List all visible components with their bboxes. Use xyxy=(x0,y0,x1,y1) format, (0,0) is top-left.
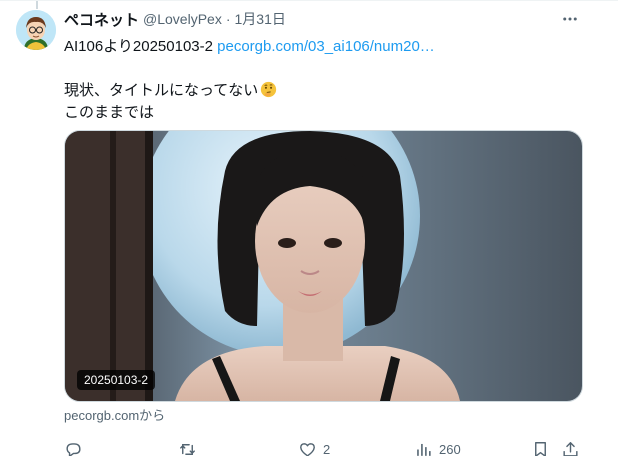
views-count: 260 xyxy=(439,441,461,456)
author-handle[interactable]: @LovelyPex xyxy=(143,11,222,27)
thread-connector-line xyxy=(36,1,38,9)
retweet-button[interactable] xyxy=(178,436,203,456)
tweet-text-line-3: このままでは xyxy=(64,104,155,121)
header-separator: · xyxy=(225,11,231,27)
tweet-date[interactable]: 1月31日 xyxy=(235,9,286,29)
like-button[interactable]: 2 xyxy=(298,436,330,456)
media-alt-badge[interactable]: 20250103-2 xyxy=(77,370,156,390)
tweet-text: AI106より20250103-2 pecorgb.com/03_ai106/n… xyxy=(64,36,584,124)
tweet-text-line-2: 現状、タイトルになってない xyxy=(64,80,584,102)
card-source-link[interactable]: pecorgb.comから xyxy=(64,405,165,424)
thinking-face-emoji-icon xyxy=(261,81,277,98)
reply-icon xyxy=(66,442,81,456)
heart-icon xyxy=(300,442,315,456)
reply-button[interactable] xyxy=(64,436,89,456)
tweet-actions-bar: 2 260 xyxy=(64,436,584,456)
author-display-name[interactable]: ペコネット xyxy=(64,9,139,30)
more-horizontal-icon xyxy=(563,17,577,21)
views-button[interactable]: 260 xyxy=(414,436,461,456)
tweet-card[interactable]: ペコネット @LovelyPex · 1月31日 AI106より20250103… xyxy=(0,0,618,456)
retweet-icon xyxy=(180,443,195,455)
tweet-link[interactable]: pecorgb.com/03_ai106/num20… xyxy=(217,38,435,55)
tweet-header: ペコネット @LovelyPex · 1月31日 xyxy=(64,9,584,29)
avatar[interactable] xyxy=(16,10,56,50)
tweet-content: ペコネット @LovelyPex · 1月31日 AI106より20250103… xyxy=(64,9,584,456)
tweet-text-prefix: AI106より20250103-2 xyxy=(64,38,218,55)
analytics-icon xyxy=(417,443,431,456)
more-options-button[interactable] xyxy=(556,9,584,29)
tweet-text-blank-line xyxy=(64,58,584,80)
share-icon xyxy=(563,441,578,456)
bookmark-button[interactable] xyxy=(531,436,550,456)
tweet-text-line-1: AI106より20250103-2 pecorgb.com/03_ai106/n… xyxy=(64,36,584,58)
tweet-text-line-2-text: 現状、タイトルになってない xyxy=(64,82,259,99)
tweet-media-image[interactable]: 20250103-2 xyxy=(64,130,583,402)
like-count: 2 xyxy=(323,441,331,456)
share-button[interactable] xyxy=(561,436,580,456)
bookmark-icon xyxy=(535,441,546,456)
